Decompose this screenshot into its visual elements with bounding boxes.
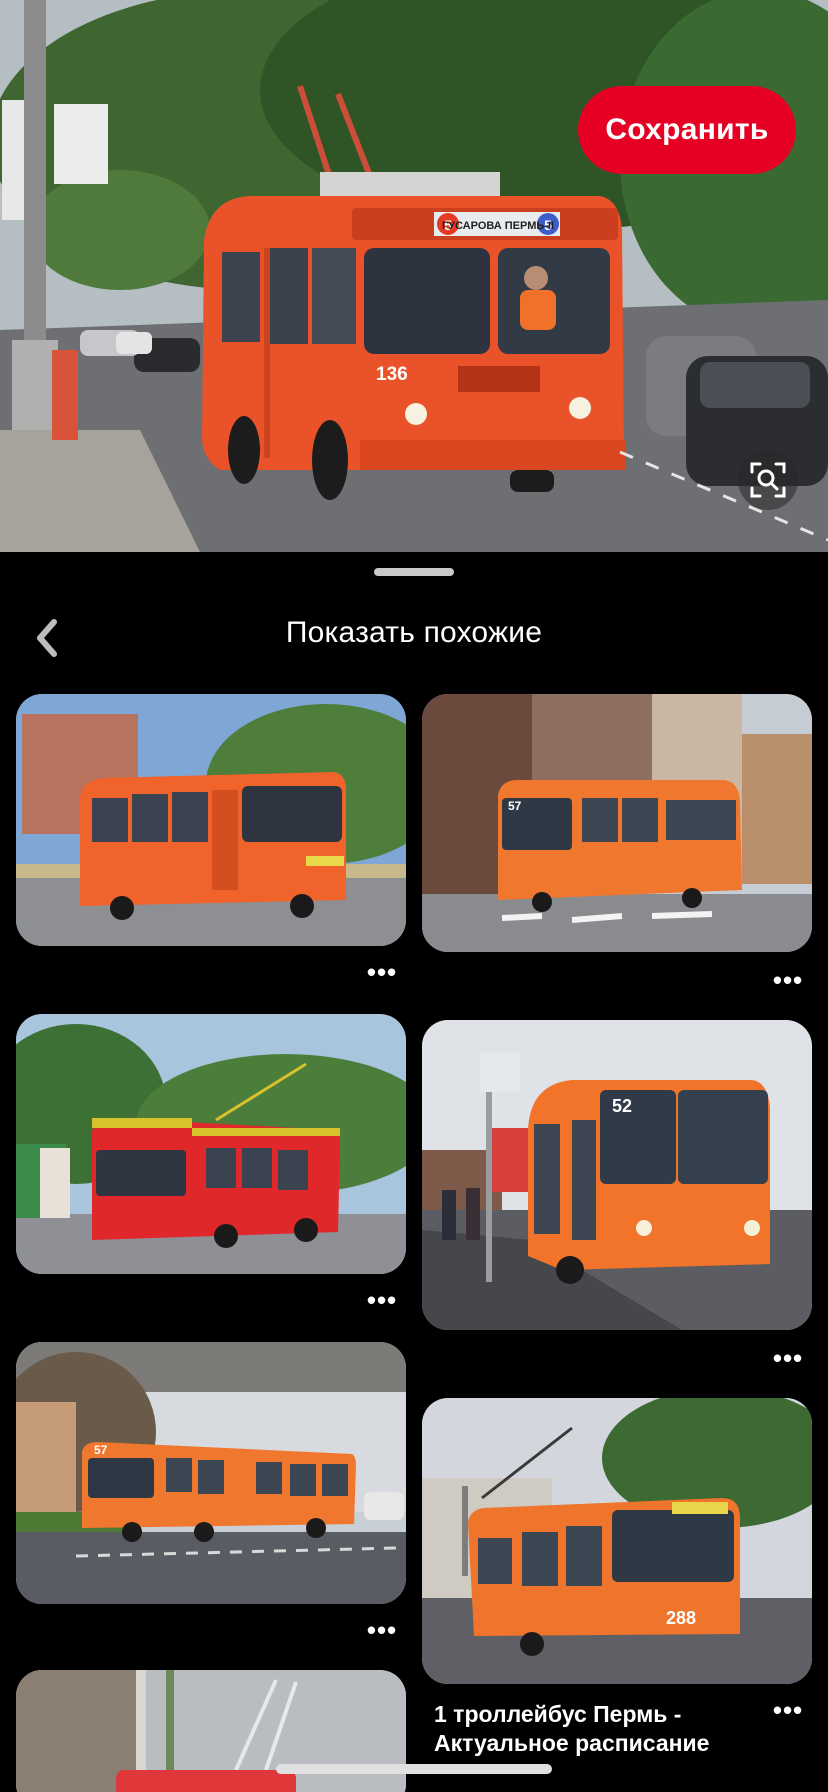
pin-card-2[interactable]: 57 — [422, 694, 812, 952]
svg-text:52: 52 — [612, 1096, 632, 1116]
pin-more-button-6[interactable]: ••• — [768, 1697, 808, 1723]
pin-more-button-5[interactable]: ••• — [362, 1617, 402, 1643]
pin-image: 57 — [422, 694, 812, 952]
pin-image: 52 — [422, 1020, 812, 1330]
pin-card-5[interactable]: 57 — [16, 1342, 406, 1604]
sheet-title: Показать похожие — [285, 616, 543, 649]
svg-text:136: 136 — [376, 364, 408, 385]
visual-search-icon — [750, 462, 786, 498]
sheet-drag-handle[interactable] — [374, 568, 454, 576]
pin-card-4[interactable]: 52 — [422, 1020, 812, 1330]
pin-image: 288 — [422, 1398, 812, 1684]
trolleybus-photo: 5 5 ГУСАРОВА ПЕРМЬ-II 136 — [0, 0, 828, 552]
svg-text:57: 57 — [94, 1443, 108, 1457]
pin-image — [16, 694, 406, 946]
home-indicator[interactable] — [276, 1764, 552, 1774]
pin-card-3[interactable] — [16, 1014, 406, 1274]
pin-more-button-3[interactable]: ••• — [362, 1287, 402, 1313]
pin-more-button-4[interactable]: ••• — [768, 1345, 808, 1371]
svg-text:ГУСАРОВА ПЕРМЬ-II: ГУСАРОВА ПЕРМЬ-II — [442, 220, 554, 232]
pin-image: 57 — [16, 1342, 406, 1604]
pin-card-6[interactable]: 288 — [422, 1398, 812, 1684]
visual-search-button[interactable] — [738, 450, 798, 510]
pin-card-1[interactable] — [16, 694, 406, 946]
pin-more-button-1[interactable]: ••• — [362, 959, 402, 985]
pin-more-button-2[interactable]: ••• — [768, 967, 808, 993]
save-button[interactable]: Сохранить — [578, 86, 796, 174]
pin-image — [16, 1014, 406, 1274]
pin-caption-6[interactable]: 1 троллейбус Пермь - Актуальное расписан… — [434, 1700, 754, 1758]
hero-image[interactable]: 5 5 ГУСАРОВА ПЕРМЬ-II 136 Сохранить — [0, 0, 828, 552]
svg-text:57: 57 — [508, 799, 522, 813]
svg-text:288: 288 — [666, 1608, 696, 1628]
